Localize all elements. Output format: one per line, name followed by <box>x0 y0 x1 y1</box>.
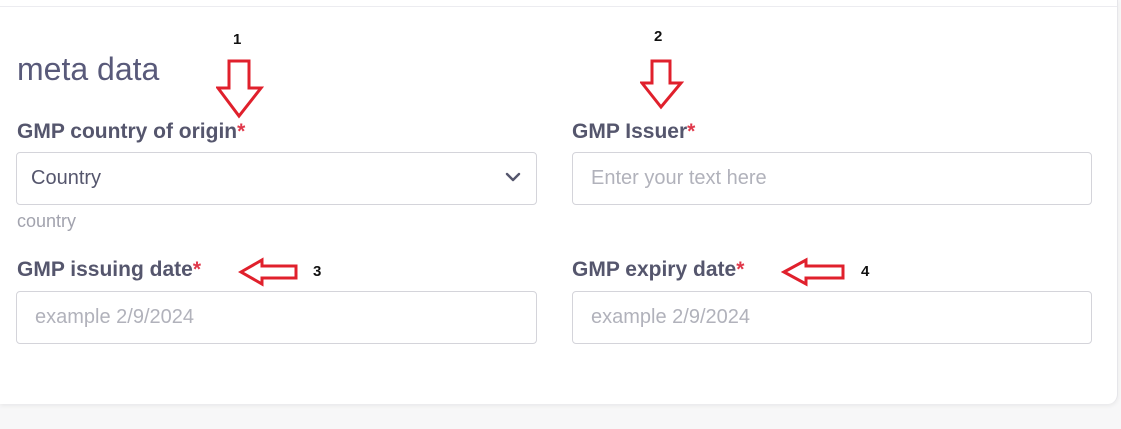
arrow-down-outline-icon <box>216 59 264 119</box>
country-helper-text: country <box>17 211 77 231</box>
required-asterisk: * <box>687 120 696 143</box>
form-card: meta data GMP country of origin* Country… <box>0 0 1118 404</box>
annotation-number-2: 2 <box>654 28 663 45</box>
arrow-left-outline-icon <box>781 257 845 287</box>
expiry-date-label-text: GMP expiry date <box>572 258 737 281</box>
country-select-value: Country <box>31 167 102 189</box>
annotation-number-3: 3 <box>313 263 322 280</box>
country-select[interactable]: Country <box>16 152 537 205</box>
required-asterisk: * <box>192 258 202 281</box>
expiry-date-label: GMP expiry date* <box>572 257 744 283</box>
chevron-down-icon <box>504 170 522 188</box>
issuing-date-label-text: GMP issuing date <box>17 258 193 281</box>
annotation-number-4: 4 <box>861 263 870 280</box>
top-divider <box>0 6 1117 7</box>
issuing-date-input[interactable] <box>16 291 537 344</box>
expiry-date-input[interactable] <box>572 291 1092 344</box>
annotation-number-1: 1 <box>233 31 242 48</box>
section-title: meta data <box>17 51 160 87</box>
issuer-input[interactable] <box>572 152 1092 205</box>
country-of-origin-label: GMP country of origin* <box>17 119 245 145</box>
issuer-label: GMP Issuer* <box>572 119 695 145</box>
arrow-left-outline-icon <box>238 257 298 287</box>
arrow-down-outline-icon <box>640 59 684 110</box>
required-asterisk: * <box>237 120 246 143</box>
required-asterisk: * <box>736 258 745 281</box>
country-of-origin-label-text: GMP country of origin <box>17 120 238 143</box>
issuer-label-text: GMP Issuer <box>572 120 688 143</box>
issuing-date-label: GMP issuing date* <box>17 257 201 283</box>
